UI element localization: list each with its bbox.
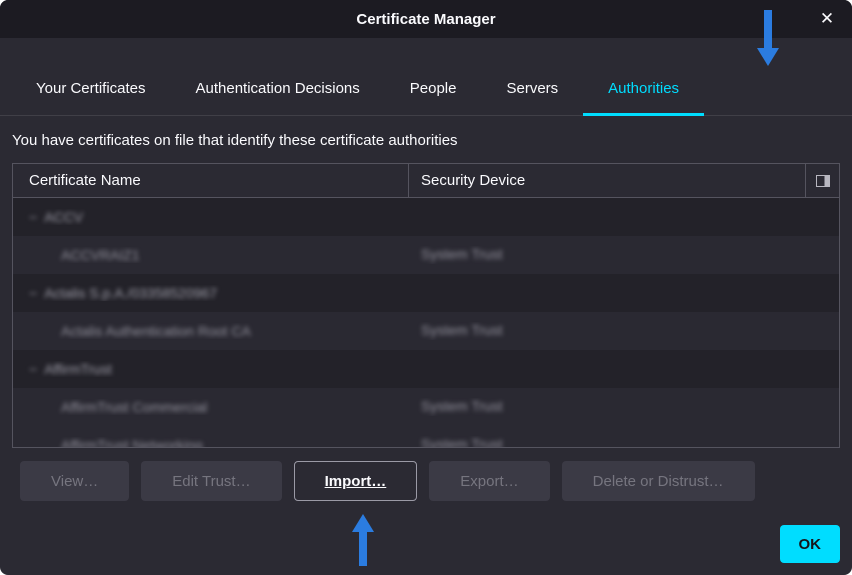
table-row[interactable]: Actalis Authentication Root CA System Tr… xyxy=(13,312,839,350)
security-device: System Trust xyxy=(421,436,503,447)
dialog-title: Certificate Manager xyxy=(356,11,495,28)
tab-label: Your Certificates xyxy=(36,80,146,97)
tab-authentication-decisions[interactable]: Authentication Decisions xyxy=(171,64,385,116)
tab-people[interactable]: People xyxy=(385,64,482,116)
tab-authorities[interactable]: Authorities xyxy=(583,64,704,116)
table-header: Certificate Name Security Device xyxy=(13,164,839,198)
certificate-name: Actalis Authentication Root CA xyxy=(61,323,251,339)
collapse-icon: − xyxy=(29,285,37,301)
certificate-name: ACCV xyxy=(44,209,83,225)
tab-label: People xyxy=(410,80,457,97)
description-text: You have certificates on file that ident… xyxy=(12,132,840,149)
certificate-manager-dialog: Certificate Manager ✕ Your Certificates … xyxy=(0,0,852,575)
certificate-name: AffirmTrust Commercial xyxy=(61,399,207,415)
security-device: System Trust xyxy=(421,322,503,338)
view-button[interactable]: View… xyxy=(20,461,129,501)
security-device: System Trust xyxy=(421,246,503,262)
table-row[interactable]: − Actalis S.p.A./03358520967 xyxy=(13,274,839,312)
security-device: System Trust xyxy=(421,398,503,414)
tab-bar: Your Certificates Authentication Decisio… xyxy=(0,64,852,116)
column-header-certificate-name[interactable]: Certificate Name xyxy=(13,164,409,197)
ok-button[interactable]: OK xyxy=(780,525,841,563)
table-row[interactable]: − AffirmTrust xyxy=(13,350,839,388)
tab-servers[interactable]: Servers xyxy=(481,64,583,116)
titlebar: Certificate Manager ✕ xyxy=(0,0,852,38)
column-picker-button[interactable] xyxy=(805,164,839,197)
tab-label: Servers xyxy=(506,80,558,97)
tab-label: Authentication Decisions xyxy=(196,80,360,97)
certificate-name: AffirmTrust xyxy=(44,361,112,377)
annotation-arrow-up-import xyxy=(350,514,376,568)
certificates-table: Certificate Name Security Device − ACCV xyxy=(12,163,840,448)
collapse-icon: − xyxy=(29,361,37,377)
tab-label: Authorities xyxy=(608,80,679,97)
column-picker-icon xyxy=(816,175,830,187)
certificate-name: ACCVRAIZ1 xyxy=(61,247,140,263)
table-row[interactable]: ACCVRAIZ1 System Trust xyxy=(13,236,839,274)
delete-or-distrust-button[interactable]: Delete or Distrust… xyxy=(562,461,755,501)
table-body: − ACCV ACCVRAIZ1 System Trust − Actalis … xyxy=(13,198,839,447)
tab-your-certificates[interactable]: Your Certificates xyxy=(11,64,171,116)
table-row[interactable]: AffirmTrust Networking System Trust xyxy=(13,426,839,447)
collapse-icon: − xyxy=(29,209,37,225)
table-row[interactable]: AffirmTrust Commercial System Trust xyxy=(13,388,839,426)
column-header-security-device[interactable]: Security Device xyxy=(409,164,805,197)
action-button-row: View… Edit Trust… Import… Export… Delete… xyxy=(20,461,852,501)
close-icon[interactable]: ✕ xyxy=(816,8,838,30)
export-button[interactable]: Export… xyxy=(429,461,549,501)
table-row[interactable]: − ACCV xyxy=(13,198,839,236)
import-button[interactable]: Import… xyxy=(294,461,418,501)
edit-trust-button[interactable]: Edit Trust… xyxy=(141,461,281,501)
certificate-name: AffirmTrust Networking xyxy=(61,437,203,447)
certificate-name: Actalis S.p.A./03358520967 xyxy=(44,285,217,301)
